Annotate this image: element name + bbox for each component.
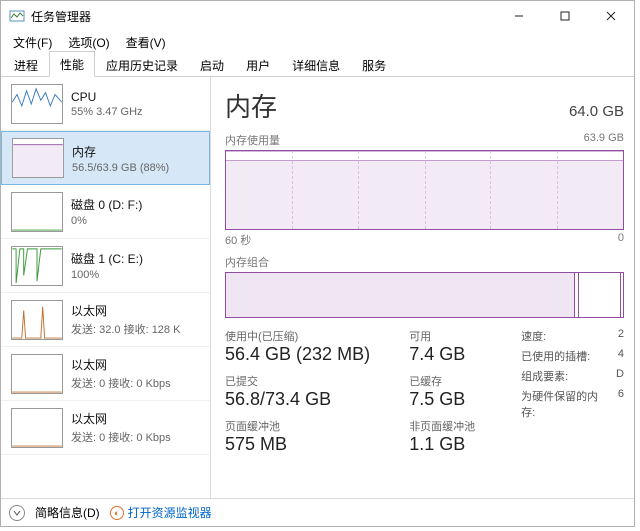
in-use-label: 使用中(已压缩) [225,328,391,344]
memory-meta: 速度: 2 已使用的插槽: 4 组成要素: D 为硬件保留的内存:6 [521,328,624,455]
available-label: 可用 [409,328,497,344]
usage-graph-label: 内存使用量 [225,132,280,148]
total-memory: 64.0 GB [569,103,624,120]
tab-app-history[interactable]: 应用历史记录 [95,52,189,77]
committed-label: 已提交 [225,373,391,389]
sidebar-item-sub: 发送: 0 接收: 0 Kbps [71,375,171,391]
sidebar-item-sub: 55% 3.47 GHz [71,106,143,118]
speed-value: 2 [618,328,624,344]
cached-value: 7.5 GB [409,389,497,410]
sidebar-item-cpu[interactable]: CPU 55% 3.47 GHz [1,77,210,131]
cached-label: 已缓存 [409,373,497,389]
sidebar-item-eth1[interactable]: 以太网发送: 0 接收: 0 Kbps [1,347,210,401]
thumb-memory [12,138,64,178]
sidebar-item-memory[interactable]: 内存 56.5/63.9 GB (88%) [1,131,210,185]
perf-body: CPU 55% 3.47 GHz 内存 56.5/63.9 GB (88%) 磁盘 … [1,77,634,498]
sidebar-item-label: 以太网 [71,410,171,427]
sidebar-item-sub: 0% [71,215,142,227]
sidebar-item-sub: 100% [71,269,143,281]
usage-graph-max: 63.9 GB [584,132,624,148]
fewer-details-label[interactable]: 简略信息(D) [35,504,100,521]
tab-strip: 进程 性能 应用历史记录 启动 用户 详细信息 服务 [1,53,634,77]
sidebar-item-eth0[interactable]: 以太网发送: 32.0 接收: 128 K [1,293,210,347]
xaxis-right: 0 [618,232,624,248]
reserved-label: 为硬件保留的内存: [521,388,610,420]
sidebar-item-sub: 发送: 0 接收: 0 Kbps [71,429,171,445]
sidebar-item-label: 以太网 [71,356,171,373]
available-value: 7.4 GB [409,344,497,365]
chevron-down-icon [13,509,21,517]
footer: 简略信息(D) ◐ 打开资源监视器 [1,498,634,526]
in-use-value: 56.4 GB (232 MB) [225,344,391,365]
memory-stats: 使用中(已压缩)56.4 GB (232 MB) 已提交56.8/73.4 GB… [225,328,624,455]
thumb-cpu [11,84,63,124]
app-icon [9,8,25,24]
fewer-details-toggle[interactable] [9,505,25,521]
open-resmon-link[interactable]: ◐ 打开资源监视器 [110,504,212,521]
sidebar-item-label: 磁盘 1 (C: E:) [71,250,143,267]
thumb-eth1 [11,354,63,394]
task-manager-window: 任务管理器 文件(F) 选项(O) 查看(V) 进程 性能 应用历史记录 启动 … [0,0,635,527]
menu-file[interactable]: 文件(F) [7,32,58,53]
sidebar-item-sub: 56.5/63.9 GB (88%) [72,162,169,174]
titlebar: 任务管理器 [1,1,634,31]
resmon-icon: ◐ [110,506,124,520]
composition-label: 内存组合 [225,254,269,270]
perf-sidebar: CPU 55% 3.47 GHz 内存 56.5/63.9 GB (88%) 磁盘 … [1,77,211,498]
thumb-eth2 [11,408,63,448]
tab-services[interactable]: 服务 [351,52,397,77]
nonpaged-label: 非页面缓冲池 [409,418,497,434]
sidebar-item-label: 磁盘 0 (D: F:) [71,196,142,213]
sidebar-item-eth2[interactable]: 以太网发送: 0 接收: 0 Kbps [1,401,210,455]
reserved-value: 6 [618,388,624,420]
window-title: 任务管理器 [31,8,91,25]
tab-details[interactable]: 详细信息 [281,52,351,77]
maximize-button[interactable] [542,1,588,31]
tab-users[interactable]: 用户 [235,52,281,77]
tab-processes[interactable]: 进程 [3,52,49,77]
minimize-button[interactable] [496,1,542,31]
sidebar-item-disk1[interactable]: 磁盘 1 (C: E:) 100% [1,239,210,293]
tab-performance[interactable]: 性能 [49,51,95,77]
tab-startup[interactable]: 启动 [189,52,235,77]
speed-label: 速度: [521,328,546,344]
sidebar-item-sub: 发送: 32.0 接收: 128 K [71,321,180,337]
memory-composition-graph [225,272,624,318]
perf-main: 内存 64.0 GB 内存使用量 63.9 GB 60 秒 0 内存组合 [211,77,634,498]
slots-label: 已使用的插槽: [521,348,590,364]
paged-value: 575 MB [225,434,391,455]
memory-usage-graph [225,150,624,230]
thumb-eth0 [11,300,63,340]
form-label: 组成要素: [521,368,568,384]
close-button[interactable] [588,1,634,31]
nonpaged-value: 1.1 GB [409,434,497,455]
menu-view[interactable]: 查看(V) [120,32,172,53]
sidebar-item-label: 内存 [72,143,169,160]
page-title: 内存 [225,87,277,124]
paged-label: 页面缓冲池 [225,418,391,434]
slots-value: 4 [618,348,624,364]
sidebar-item-label: 以太网 [71,302,180,319]
thumb-disk0 [11,192,63,232]
sidebar-item-disk0[interactable]: 磁盘 0 (D: F:) 0% [1,185,210,239]
committed-value: 56.8/73.4 GB [225,389,391,410]
open-resmon-label: 打开资源监视器 [128,504,212,521]
thumb-disk1 [11,246,63,286]
menu-options[interactable]: 选项(O) [62,32,115,53]
menubar: 文件(F) 选项(O) 查看(V) [1,31,634,53]
xaxis-left: 60 秒 [225,232,251,248]
form-value: D [616,368,624,384]
sidebar-item-label: CPU [71,90,143,104]
